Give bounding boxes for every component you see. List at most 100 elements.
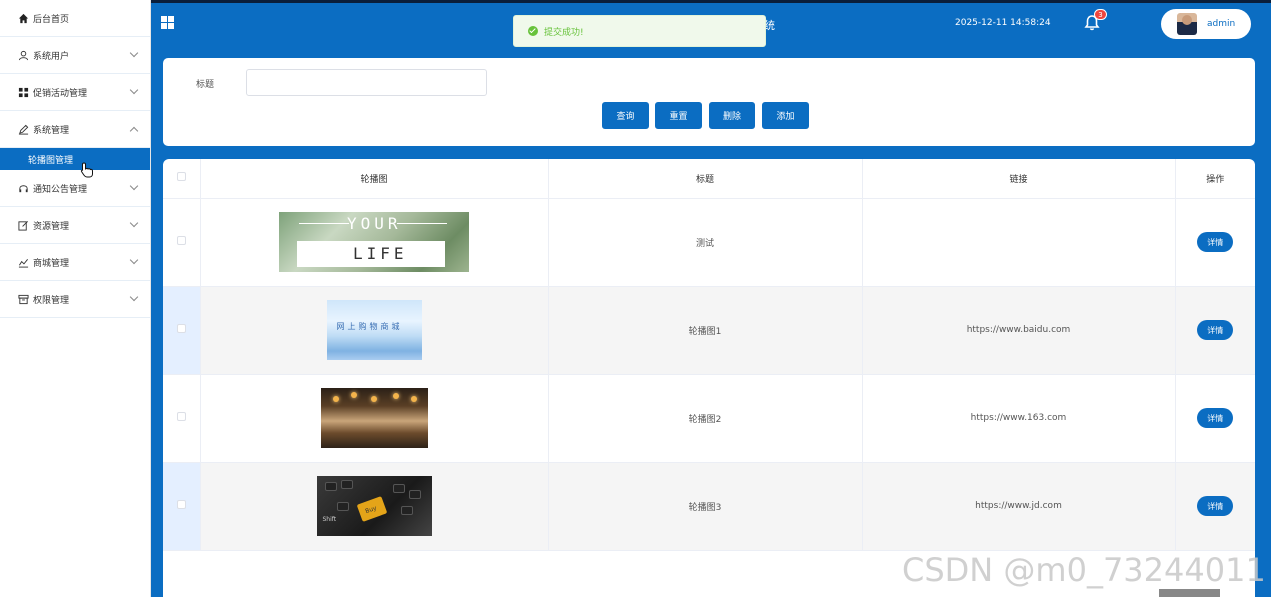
current-datetime: 2025-12-11 14:58:24 bbox=[955, 18, 1051, 28]
row-select-cell bbox=[163, 198, 201, 287]
sidebar-item-mall[interactable]: 商城管理 bbox=[0, 244, 150, 281]
carousel-image-cell bbox=[200, 374, 549, 463]
chevron-down-icon bbox=[129, 85, 139, 95]
sidebar-item-label: 后台首页 bbox=[33, 14, 70, 25]
detail-button[interactable]: 详情 bbox=[1197, 232, 1234, 252]
sidebar-item-label: 商城管理 bbox=[33, 258, 70, 269]
actions-cell: 详情 bbox=[1175, 462, 1255, 551]
link-cell: https://www.jd.com bbox=[862, 462, 1176, 551]
row-checkbox[interactable] bbox=[176, 412, 186, 421]
sidebar: 后台首页 系统用户 促销活动管理 系统管理 轮播图管理 通知公告管理 资源管理 … bbox=[0, 0, 151, 597]
row-checkbox[interactable] bbox=[176, 500, 186, 509]
headset-icon bbox=[17, 182, 29, 194]
sidebar-item-home[interactable]: 后台首页 bbox=[0, 0, 150, 37]
select-all-cell bbox=[163, 159, 201, 199]
carousel-image-cell: 网上购物商城 bbox=[200, 286, 549, 375]
chevron-down-icon bbox=[129, 218, 139, 228]
edit-icon bbox=[17, 219, 29, 231]
add-button[interactable]: 添加 bbox=[762, 102, 809, 129]
reset-button[interactable]: 重置 bbox=[655, 102, 702, 129]
title-cell: 轮播图1 bbox=[548, 286, 863, 375]
carousel-image: YOUR LIFE bbox=[279, 212, 469, 272]
table-row: 轮播图2 https://www.163.com 详情 bbox=[163, 374, 1255, 463]
title-filter-input[interactable] bbox=[246, 69, 487, 96]
actions-cell: 详情 bbox=[1175, 198, 1255, 287]
column-header-link: 链接 bbox=[862, 159, 1176, 199]
image-caption-line: Buy bbox=[363, 504, 378, 516]
link-cell bbox=[862, 198, 1176, 287]
horizontal-scrollbar[interactable] bbox=[1159, 589, 1220, 597]
sidebar-item-label: 系统用户 bbox=[33, 51, 70, 62]
avatar bbox=[1177, 13, 1197, 35]
row-select-cell bbox=[163, 286, 201, 375]
detail-button[interactable]: 详情 bbox=[1197, 408, 1234, 428]
actions-cell: 详情 bbox=[1175, 286, 1255, 375]
chevron-up-icon bbox=[129, 126, 139, 136]
chevron-down-icon bbox=[129, 181, 139, 191]
sidebar-item-label: 资源管理 bbox=[33, 221, 70, 232]
image-caption-line: LIFE bbox=[353, 244, 408, 263]
search-panel: 标题 查询 重置 删除 添加 bbox=[163, 58, 1255, 146]
sidebar-item-system-management[interactable]: 系统管理 bbox=[0, 111, 150, 148]
username: admin bbox=[1207, 19, 1236, 29]
carousel-image: Shift Buy bbox=[316, 476, 432, 536]
title-cell: 轮播图2 bbox=[548, 374, 863, 463]
user-icon bbox=[17, 49, 29, 61]
row-checkbox[interactable] bbox=[176, 236, 186, 245]
row-select-cell bbox=[163, 462, 201, 551]
pen-icon bbox=[17, 123, 29, 135]
chevron-down-icon bbox=[129, 48, 139, 58]
carousel-image-cell: Shift Buy bbox=[200, 462, 549, 551]
delete-button[interactable]: 删除 bbox=[709, 102, 755, 129]
carousel-table: 轮播图 标题 链接 操作 YOUR LIFE 测试 详情 网上购物商城 轮播图1… bbox=[163, 159, 1255, 551]
sidebar-item-resources[interactable]: 资源管理 bbox=[0, 207, 150, 244]
grid-icon bbox=[17, 86, 29, 98]
carousel-image-cell: YOUR LIFE bbox=[200, 198, 549, 287]
detail-button[interactable]: 详情 bbox=[1197, 320, 1234, 340]
user-menu[interactable]: admin bbox=[1161, 9, 1251, 39]
notification-badge: 3 bbox=[1094, 9, 1107, 20]
chart-icon bbox=[17, 256, 29, 268]
sidebar-item-label: 通知公告管理 bbox=[33, 184, 88, 195]
image-caption-line: YOUR bbox=[347, 214, 402, 233]
pointer-hand-cursor-icon bbox=[80, 162, 94, 182]
table-row: Shift Buy 轮播图3 https://www.jd.com 详情 bbox=[163, 462, 1255, 551]
sidebar-subitem-carousel-management[interactable]: 轮播图管理 bbox=[0, 148, 150, 170]
page-scrollbar[interactable] bbox=[1264, 50, 1271, 597]
title-filter-label: 标题 bbox=[196, 80, 215, 90]
column-header-image: 轮播图 bbox=[200, 159, 549, 199]
sidebar-item-label: 权限管理 bbox=[33, 295, 70, 306]
table-row: YOUR LIFE 测试 详情 bbox=[163, 198, 1255, 287]
column-header-actions: 操作 bbox=[1175, 159, 1255, 199]
link-cell: https://www.163.com bbox=[862, 374, 1176, 463]
sidebar-item-permissions[interactable]: 权限管理 bbox=[0, 281, 150, 318]
detail-button[interactable]: 详情 bbox=[1197, 496, 1234, 516]
chevron-down-icon bbox=[129, 255, 139, 265]
chevron-down-icon bbox=[129, 292, 139, 302]
image-caption-line: Shift bbox=[322, 516, 337, 523]
carousel-image bbox=[320, 388, 428, 448]
menu-grid-icon[interactable] bbox=[161, 16, 174, 29]
sidebar-item-label: 系统管理 bbox=[33, 125, 70, 136]
success-toast: 提交成功! bbox=[513, 15, 766, 47]
query-button[interactable]: 查询 bbox=[602, 102, 649, 129]
row-select-cell bbox=[163, 374, 201, 463]
link-cell: https://www.baidu.com bbox=[862, 286, 1176, 375]
actions-cell: 详情 bbox=[1175, 374, 1255, 463]
image-caption-line: 网上购物商城 bbox=[336, 322, 403, 331]
sidebar-item-label: 促销活动管理 bbox=[33, 88, 88, 99]
sidebar-item-promotions[interactable]: 促销活动管理 bbox=[0, 74, 150, 111]
toast-message: 提交成功! bbox=[544, 27, 584, 38]
carousel-image: 网上购物商城 bbox=[326, 300, 422, 360]
home-icon bbox=[17, 12, 29, 24]
sidebar-subitem-label: 轮播图管理 bbox=[28, 155, 74, 166]
select-all-checkbox[interactable] bbox=[176, 172, 186, 182]
table-row: 网上购物商城 轮播图1 https://www.baidu.com 详情 bbox=[163, 286, 1255, 375]
carousel-table-panel: 轮播图 标题 链接 操作 YOUR LIFE 测试 详情 网上购物商城 轮播图1… bbox=[163, 159, 1255, 597]
title-cell: 测试 bbox=[548, 198, 863, 287]
row-checkbox[interactable] bbox=[176, 324, 186, 333]
sidebar-item-announcements[interactable]: 通知公告管理 bbox=[0, 170, 150, 207]
check-circle-icon bbox=[528, 26, 538, 36]
sidebar-item-system-users[interactable]: 系统用户 bbox=[0, 37, 150, 74]
column-header-title: 标题 bbox=[548, 159, 863, 199]
